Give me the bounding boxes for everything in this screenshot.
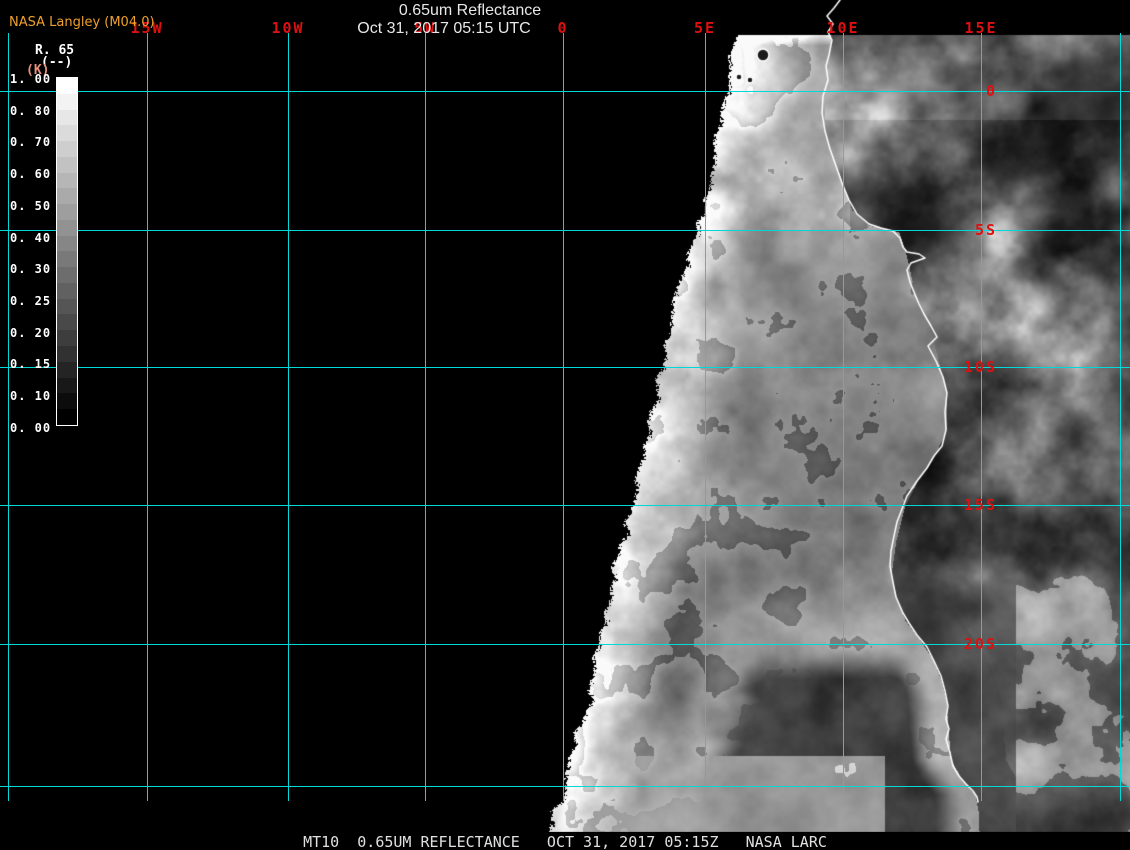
colorbar-step [57,377,77,394]
colorbar-step [57,172,77,189]
colorbar-step [57,125,77,142]
colorbar-step [57,219,77,236]
colorbar-step [57,235,77,252]
colorbar-tick-label: 0. 80 [10,103,52,118]
colorbar-tick-label: 0. 50 [10,198,52,213]
colorbar-step [57,330,77,347]
colorbar-bar [56,77,78,426]
colorbar-step [57,346,77,362]
colorbar: R. 65 (--) (K) 1. 00 0. 80 0. 70 0. 60 0. 50… [0,38,110,438]
satellite-image [0,0,1130,850]
colorbar-tick-label: 1. 00 [10,72,52,86]
colorbar-step [57,314,77,331]
colorbar-tick-label: 0. 20 [10,325,52,340]
colorbar-step [57,109,77,126]
colorbar-step [57,251,77,268]
colorbar-tick-label: 0. 30 [10,262,52,277]
colorbar-tick-label: 0. 60 [10,167,52,182]
colorbar-step [57,282,77,299]
colorbar-step [57,78,77,94]
colorbar-step [57,156,77,173]
colorbar-step [57,267,77,283]
colorbar-step [57,393,77,410]
colorbar-step [57,93,77,110]
colorbar-tick-label: 0. 40 [10,230,52,245]
satellite-viewer: 0 5S 10S 15S 20S 15W 10W 5W 0 5E 10E 15E R. 65 (--)… [0,0,1130,850]
colorbar-tick-label: 0. 10 [10,389,52,403]
footer-text: MT10 0.65UM REFLECTANCE OCT 31, 2017 05:… [303,833,827,850]
colorbar-tick-label: 0. 15 [10,357,52,372]
colorbar-tick-label: 0. 25 [10,293,52,308]
colorbar-step [57,298,77,315]
colorbar-tick-label: 0. 70 [10,135,52,150]
colorbar-tick-label: 0. 00 [10,420,52,435]
footer-bar: MT10 0.65UM REFLECTANCE OCT 31, 2017 05:… [0,832,1130,850]
colorbar-step [57,141,77,157]
colorbar-step [57,188,77,205]
colorbar-step [57,409,77,425]
colorbar-step [57,204,77,220]
colorbar-step [57,361,77,378]
